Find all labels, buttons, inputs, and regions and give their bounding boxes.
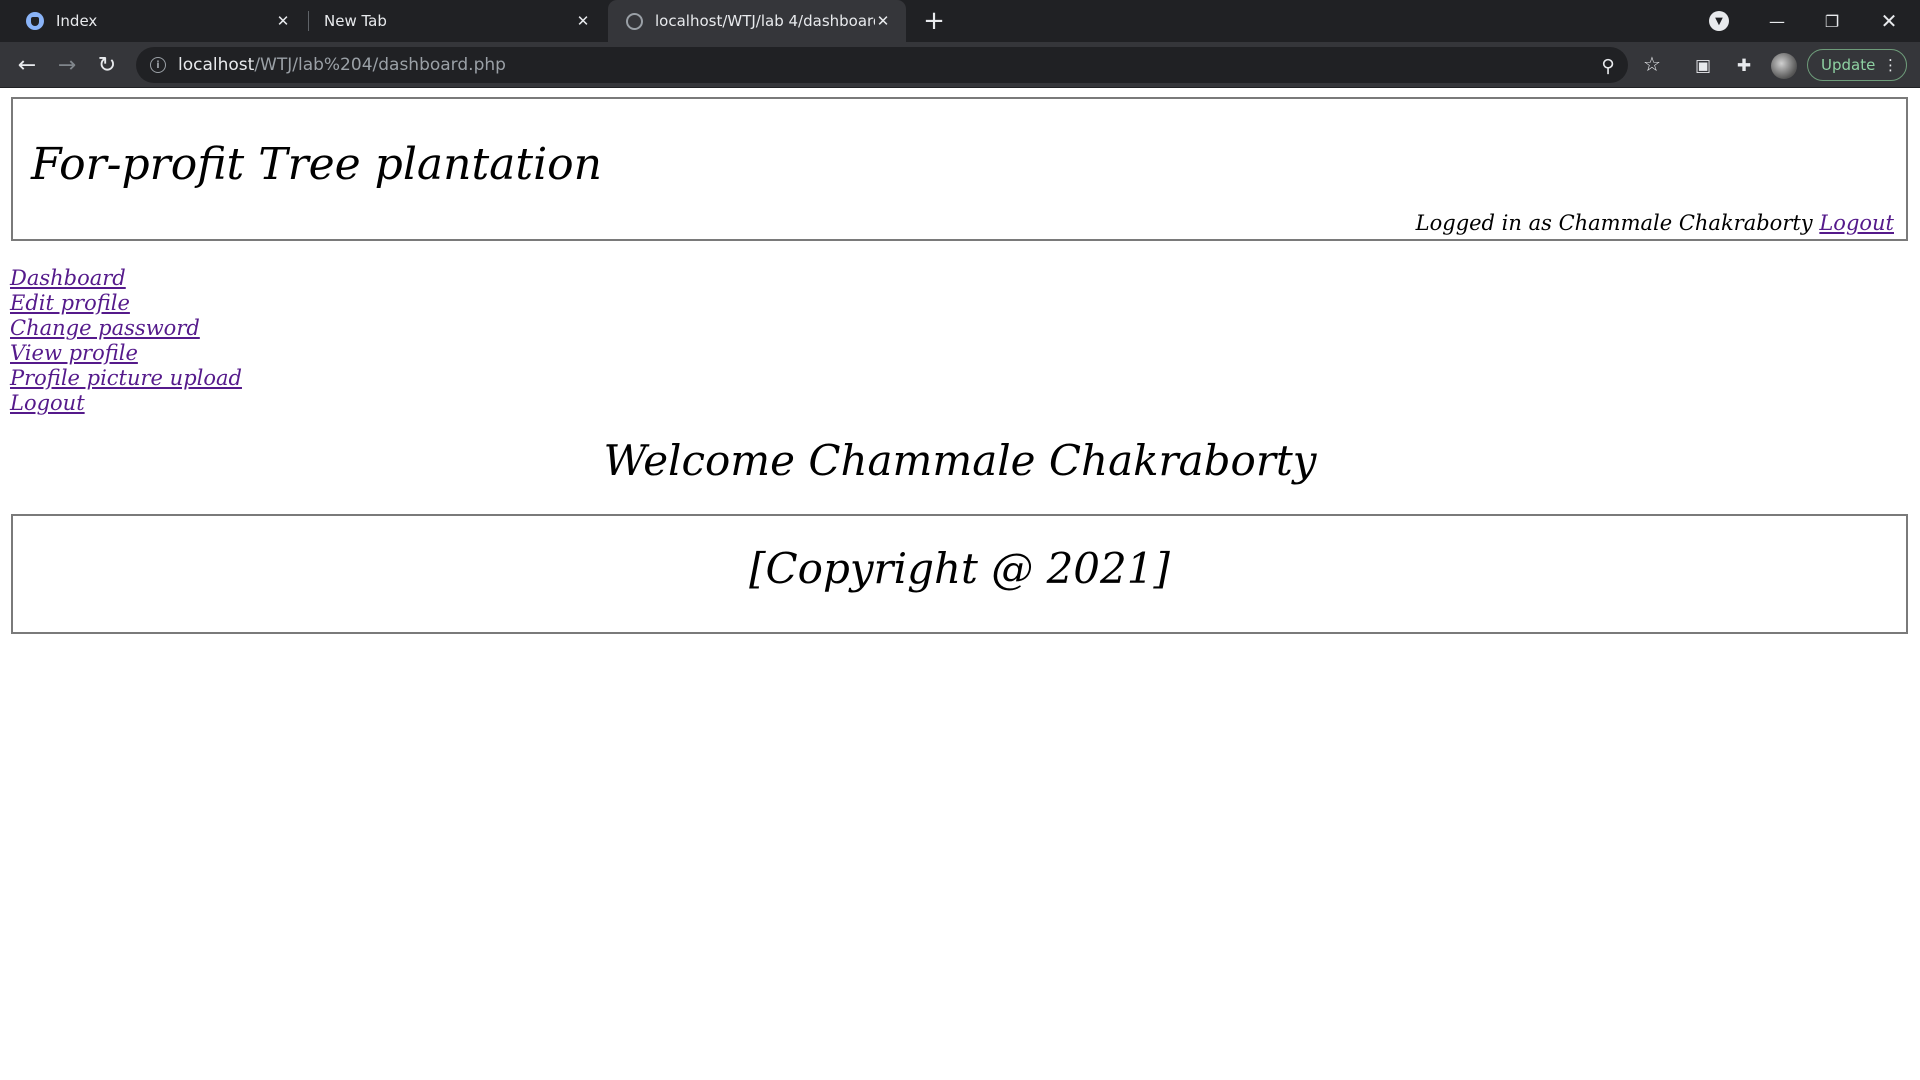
copyright-text: [Copyright @ 2021]	[749, 544, 1170, 593]
minimize-icon[interactable]: —	[1754, 0, 1800, 42]
nav-link-profile-picture-upload[interactable]: Profile picture upload	[10, 366, 242, 391]
tab-title: New Tab	[324, 12, 387, 30]
close-icon[interactable]: ✕	[572, 10, 594, 32]
restore-icon[interactable]: ❐	[1809, 0, 1855, 42]
address-bar[interactable]: i localhost/WTJ/lab%204/dashboard.php ⚲	[136, 47, 1628, 83]
browser-toolbar: ← → ↻ i localhost/WTJ/lab%204/dashboard.…	[0, 42, 1920, 88]
side-nav: Dashboard Edit profile Change password V…	[10, 266, 242, 416]
close-icon[interactable]: ✕	[872, 10, 894, 32]
window-close-icon[interactable]: ✕	[1866, 0, 1912, 42]
tab-divider	[308, 11, 309, 31]
tab-new-tab[interactable]: New Tab ✕	[310, 0, 606, 42]
nav-link-edit-profile[interactable]: Edit profile	[10, 291, 242, 316]
more-menu-icon[interactable]: ⋮	[1883, 57, 1898, 73]
page-footer: [Copyright @ 2021]	[11, 514, 1908, 634]
bookmark-star-icon[interactable]: ☆	[1641, 52, 1663, 76]
site-info-icon[interactable]: i	[150, 57, 166, 73]
zoom-icon[interactable]: ⚲	[1596, 54, 1620, 78]
profile-avatar[interactable]	[1771, 53, 1797, 79]
logged-in-status: Logged in as Chammale Chakraborty Logout	[1416, 211, 1894, 235]
new-tab-plus-icon[interactable]: +	[920, 8, 948, 36]
page-viewport: For-profit Tree plantation Logged in as …	[0, 89, 1920, 1080]
tab-search-icon[interactable]: ▼	[1709, 11, 1729, 31]
shield-favicon-icon	[26, 12, 44, 30]
update-button-label: Update	[1821, 56, 1876, 74]
nav-link-logout[interactable]: Logout	[10, 391, 242, 416]
tab-index[interactable]: Index ✕	[10, 0, 306, 42]
nav-link-change-password[interactable]: Change password	[10, 316, 242, 341]
page-header: For-profit Tree plantation Logged in as …	[11, 97, 1908, 241]
media-router-icon[interactable]: ▣	[1692, 55, 1714, 77]
browser-tab-strip: Index ✕ New Tab ✕ localhost/WTJ/lab 4/da…	[0, 0, 1920, 42]
reload-icon[interactable]: ↻	[92, 50, 122, 80]
globe-favicon-icon	[626, 12, 643, 30]
tab-title: localhost/WTJ/lab 4/dashboard.p	[655, 12, 875, 30]
address-url[interactable]: localhost/WTJ/lab%204/dashboard.php	[178, 55, 506, 75]
close-icon[interactable]: ✕	[272, 10, 294, 32]
forward-arrow-icon[interactable]: →	[52, 50, 82, 80]
site-title: For-profit Tree plantation	[31, 139, 602, 190]
logged-in-text: Logged in as Chammale Chakraborty	[1415, 211, 1813, 235]
back-arrow-icon[interactable]: ←	[12, 50, 42, 80]
nav-link-view-profile[interactable]: View profile	[10, 341, 242, 366]
header-logout-link[interactable]: Logout	[1819, 211, 1894, 235]
extensions-puzzle-icon[interactable]: ✚	[1733, 55, 1755, 77]
update-button[interactable]: Update ⋮	[1807, 49, 1907, 81]
welcome-heading: Welcome Chammale Chakraborty	[603, 436, 1317, 485]
nav-link-dashboard[interactable]: Dashboard	[10, 266, 242, 291]
tab-dashboard-active[interactable]: localhost/WTJ/lab 4/dashboard.p ✕	[608, 0, 906, 42]
tab-title: Index	[56, 12, 98, 30]
